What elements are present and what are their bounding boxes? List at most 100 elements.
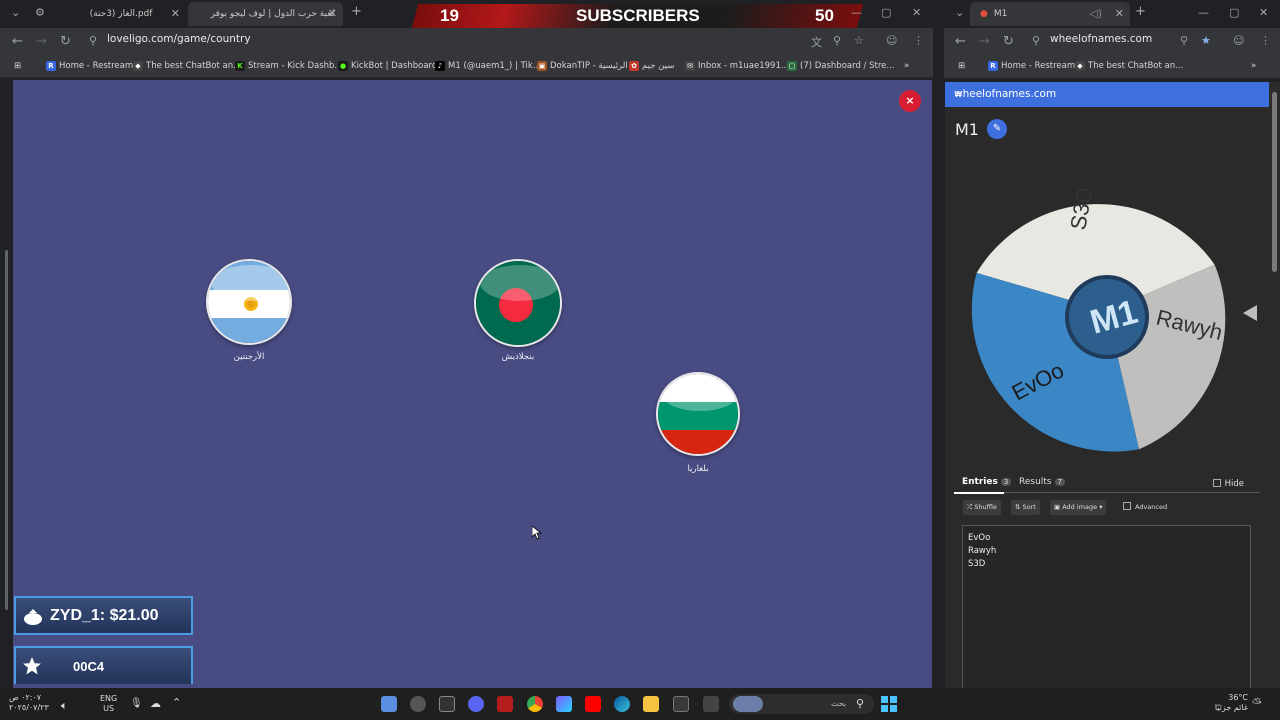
youtube-icon[interactable] xyxy=(585,696,601,712)
scrollbar-thumb[interactable] xyxy=(5,250,8,610)
language-indicator[interactable]: ENG US xyxy=(100,694,117,714)
taskbar-app-icon[interactable] xyxy=(703,696,719,712)
extensions-icon[interactable]: ⚙ xyxy=(35,6,45,19)
site-info-icon[interactable]: ⚲ xyxy=(1032,34,1040,47)
page-scrollbar[interactable] xyxy=(1269,82,1280,688)
checkbox-icon[interactable] xyxy=(1123,502,1131,510)
tab-search-icon[interactable]: ⌄ xyxy=(955,6,964,19)
minimize-icon[interactable]: — xyxy=(1198,6,1209,19)
page-scrollbar[interactable] xyxy=(0,80,13,688)
back-icon[interactable]: ← xyxy=(12,34,23,49)
bookmark-item[interactable]: ▢ (7) Dashboard / Stre... xyxy=(787,61,895,71)
more-bookmarks-icon[interactable]: » xyxy=(904,61,909,71)
entries-textarea[interactable]: EvOo Rawyh S3D xyxy=(962,525,1251,688)
apps-icon[interactable]: ⊞ xyxy=(14,61,21,71)
search-box[interactable]: بحث ⚲ xyxy=(729,694,874,714)
flag-bulgaria[interactable] xyxy=(656,372,740,456)
sort-button[interactable]: ⇅ Sort xyxy=(1011,500,1040,515)
flag-bangladesh[interactable] xyxy=(474,259,562,347)
taskbar-app-icon[interactable] xyxy=(410,696,426,712)
close-tab-icon[interactable]: ✕ xyxy=(328,7,337,20)
close-window-icon[interactable]: ✕ xyxy=(912,6,921,19)
bookmark-item[interactable]: ▣ DokanTIP - الرئيسية xyxy=(537,61,628,71)
close-tab-icon[interactable]: ✕ xyxy=(1115,7,1124,20)
bookmark-item[interactable]: ✉ Inbox - m1uae1991... xyxy=(685,61,789,71)
hide-checkbox[interactable]: Hide xyxy=(1212,479,1244,489)
tab-results[interactable]: Results 7 xyxy=(1019,477,1065,487)
close-tab-icon[interactable]: ✕ xyxy=(171,7,180,20)
bookmark-star-icon[interactable]: ☆ xyxy=(854,34,864,47)
bookmark-item[interactable]: ✿ سين جيم xyxy=(629,61,674,71)
add-image-button[interactable]: ▣ Add image ▾ xyxy=(1050,500,1107,515)
taskbar-app-icon[interactable] xyxy=(439,696,455,712)
new-tab-button[interactable]: + xyxy=(351,4,362,19)
bookmark-item[interactable]: ◆ The best ChatBot an... xyxy=(133,61,241,71)
show-hidden-icons[interactable]: ⌃ xyxy=(172,696,181,709)
scrollbar-thumb[interactable] xyxy=(1272,92,1277,272)
bookmark-star-icon[interactable]: ★ xyxy=(1201,34,1211,47)
discord-icon[interactable] xyxy=(468,696,484,712)
advanced-checkbox[interactable]: Advanced xyxy=(1119,500,1171,515)
minimize-icon[interactable]: — xyxy=(851,6,862,19)
weather-widget[interactable]: 36°C غائم جزئيًا xyxy=(1210,693,1248,713)
chrome-icon[interactable] xyxy=(527,696,543,712)
windows-start-icon[interactable] xyxy=(881,696,897,712)
bookmark-icon: K xyxy=(235,61,245,71)
reload-icon[interactable]: ↻ xyxy=(60,34,71,49)
maximize-icon[interactable]: ▢ xyxy=(1229,6,1239,19)
edge-icon[interactable] xyxy=(614,696,630,712)
game-close-button[interactable]: × xyxy=(899,90,921,112)
tab-wheel[interactable]: ● M1 ◁) ✕ xyxy=(970,2,1130,26)
bookmark-icon: ◆ xyxy=(133,61,143,71)
taskbar-app-icon[interactable] xyxy=(497,696,513,712)
translate-icon[interactable]: 文 xyxy=(811,34,822,50)
new-tab-button[interactable]: + xyxy=(1135,4,1146,19)
zoom-icon[interactable]: ⚲ xyxy=(833,34,841,47)
bookmark-item[interactable]: ● KickBot | Dashboard xyxy=(338,61,437,71)
forward-icon[interactable]: → xyxy=(979,34,990,49)
profile-avatar[interactable]: ☺ xyxy=(886,34,897,47)
apps-icon[interactable]: ⊞ xyxy=(958,61,965,71)
site-info-icon[interactable]: ⚲ xyxy=(89,34,97,47)
profile-avatar[interactable]: ☺ xyxy=(1233,34,1244,47)
close-window-icon[interactable]: ✕ xyxy=(1259,6,1268,19)
file-explorer-icon[interactable] xyxy=(643,696,659,712)
tab-pdf[interactable]: الغاز (3حنة).pdf ✕ xyxy=(56,2,186,26)
store-icon[interactable] xyxy=(673,696,689,712)
bookmark-item[interactable]: R Home - Restream xyxy=(46,61,133,71)
url-bar[interactable]: loveligo.com/game/country xyxy=(107,33,251,45)
url-bar[interactable]: wheelofnames.com xyxy=(1050,33,1152,45)
copilot-icon[interactable] xyxy=(556,696,572,712)
mute-tab-icon[interactable]: ◁) xyxy=(1089,7,1102,20)
cloud-icon[interactable]: ☁︎ xyxy=(150,697,161,710)
forward-icon[interactable]: → xyxy=(36,34,47,49)
shuffle-button[interactable]: ⤮ Shuffle xyxy=(963,500,1001,515)
microphone-icon[interactable]: 🎙︎ xyxy=(130,698,143,709)
bookmark-item[interactable]: K Stream - Kick Dashb... xyxy=(235,61,343,71)
name-wheel[interactable]: S3D Rawyh EvOo M1 xyxy=(957,161,1257,461)
clock[interactable]: ٠٢:٠٧ ص ٢٠٢٥/٠٧/٢٣ xyxy=(9,693,49,713)
maximize-icon[interactable]: ▢ xyxy=(881,6,891,19)
bookmark-item[interactable]: ◆ The best ChatBot an... xyxy=(1075,61,1183,71)
taskbar-app-icon[interactable] xyxy=(381,696,397,712)
hamburger-menu-icon[interactable]: ≡ xyxy=(954,88,1262,100)
right-browser-window: ⌄ ● M1 ◁) ✕ + — ▢ ✕ ← → ↻ ⚲ wheelofnames… xyxy=(944,0,1280,688)
bookmark-item[interactable]: ♪ M1 (@uaem1_) | Tik... xyxy=(435,61,541,71)
tab-entries[interactable]: Entries 3 xyxy=(962,477,1012,487)
bookmark-label: Stream - Kick Dashb... xyxy=(248,61,343,71)
zoom-icon[interactable]: ⚲ xyxy=(1180,34,1188,47)
edit-title-button[interactable]: ✎ xyxy=(987,119,1007,139)
bookmark-item[interactable]: R Home - Restream xyxy=(988,61,1075,71)
checkbox-icon[interactable] xyxy=(1212,479,1221,487)
tab-search-icon[interactable]: ⌄ xyxy=(11,6,20,19)
bookmark-icon: ♪ xyxy=(435,61,445,71)
more-bookmarks-icon[interactable]: » xyxy=(1251,61,1256,71)
menu-icon[interactable]: ⋮ xyxy=(1260,34,1271,47)
menu-icon[interactable]: ⋮ xyxy=(913,34,924,47)
flag-argentina[interactable] xyxy=(206,259,292,345)
tab-game[interactable]: لعبة حرب الدول | لوف ليجو بوفر ✕ xyxy=(188,2,343,26)
reload-icon[interactable]: ↻ xyxy=(1003,34,1014,49)
volume-icon[interactable]: 🔈︎ xyxy=(61,699,68,713)
entry-line: Rawyh xyxy=(968,546,997,556)
back-icon[interactable]: ← xyxy=(955,34,966,49)
